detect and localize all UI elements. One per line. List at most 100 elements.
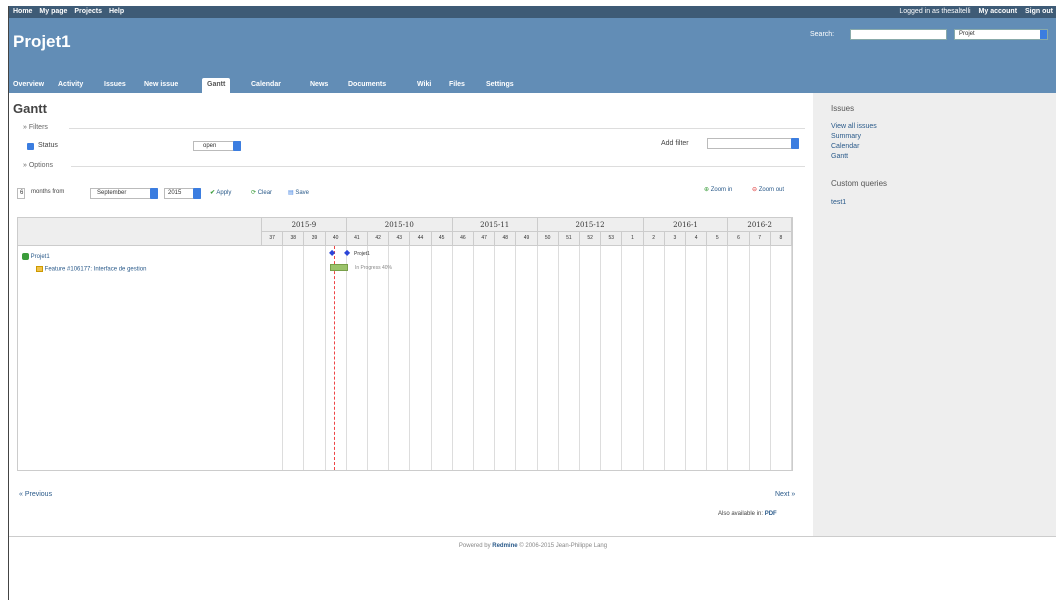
tab-documents[interactable]: Documents: [348, 78, 386, 93]
gantt-week-column: [686, 246, 708, 470]
filters-legend-label: Filters: [28, 124, 48, 131]
gantt-project-link[interactable]: Projet1: [31, 254, 50, 260]
issue-bar[interactable]: [330, 264, 348, 271]
dropdown-arrow-icon: [233, 141, 241, 151]
gantt-week-column: [410, 246, 432, 470]
previous-link[interactable]: « Previous: [19, 491, 52, 498]
project-jump-value: Projet: [959, 31, 975, 37]
gantt-week-header: 42: [368, 232, 390, 246]
tab-calendar[interactable]: Calendar: [251, 78, 281, 93]
zoom-in-link[interactable]: ⊕ Zoom in: [704, 186, 732, 193]
menu-help-link[interactable]: Help: [109, 8, 124, 15]
status-operator-value: open: [203, 143, 217, 149]
gantt-week-header: 38: [283, 232, 305, 246]
gantt-week-column: [347, 246, 368, 470]
also-available: Also available in: PDF: [718, 511, 777, 517]
clear-link[interactable]: ⟳ Clear: [251, 189, 272, 196]
footer-copyright: © 2006-2015 Jean-Philippe Lang: [519, 543, 608, 549]
dropdown-arrow-icon: [150, 188, 158, 199]
menu-home-link[interactable]: Home: [13, 8, 32, 15]
gantt-month-header: 2016-2: [728, 218, 792, 232]
tab-overview[interactable]: Overview: [13, 78, 44, 93]
gantt-week-header: 50: [537, 232, 559, 246]
gantt-week-header: 44: [410, 232, 432, 246]
gantt-week-header: 8: [770, 232, 792, 246]
next-link[interactable]: Next »: [775, 491, 795, 498]
months-count-value: 6: [20, 190, 24, 196]
gantt-project-row[interactable]: Projet1: [22, 253, 50, 260]
top-menu: Home My page Projects Help Logged in as …: [9, 6, 1056, 18]
project-title: Projet1: [13, 32, 71, 51]
sidebar-link-gantt[interactable]: Gantt: [831, 153, 848, 160]
gantt-week-column: [495, 246, 517, 470]
tab-gantt[interactable]: Gantt: [202, 78, 231, 93]
tab-settings[interactable]: Settings: [486, 78, 514, 93]
gantt-timeline: ◆ ◆ Projet1 In Progress 40% 2015-9 2015-1…: [262, 218, 792, 470]
sidebar-link-calendar[interactable]: Calendar: [831, 143, 859, 150]
gantt-week-header: 51: [558, 232, 580, 246]
add-filter-select[interactable]: [707, 138, 799, 149]
pdf-link[interactable]: PDF: [765, 511, 777, 517]
tab-news[interactable]: News: [310, 78, 328, 93]
tab-files[interactable]: Files: [449, 78, 465, 93]
status-operator-select[interactable]: open: [193, 141, 241, 151]
gantt-week-column: [707, 246, 729, 470]
gantt-issue-link[interactable]: Feature #106177: Interface de gestion: [45, 267, 147, 273]
gantt-week-column: [283, 246, 305, 470]
sidebar: Issues View all issues Summary Calendar …: [813, 93, 1056, 536]
gantt-week-header: 5: [707, 232, 729, 246]
gantt-week-column: [304, 246, 326, 470]
header: Projet1 Search: Projet Overview Activity…: [9, 18, 1056, 93]
reload-icon: ⟳: [251, 190, 257, 196]
my-account-link[interactable]: My account: [979, 8, 1018, 15]
apply-link[interactable]: ✔ Apply: [210, 189, 231, 196]
gantt-issue-row[interactable]: Feature #106177: Interface de gestion: [36, 266, 146, 273]
sidebar-query-test1[interactable]: test1: [831, 199, 846, 206]
sidebar-link-summary[interactable]: Summary: [831, 133, 861, 140]
project-jump-select[interactable]: Projet: [954, 29, 1048, 40]
months-count-select[interactable]: 6: [17, 188, 25, 199]
tab-activity[interactable]: Activity: [58, 78, 83, 93]
filters-legend[interactable]: » Filters: [23, 124, 48, 131]
tab-new-issue[interactable]: New issue: [144, 78, 178, 93]
gantt-week-column: [665, 246, 686, 470]
tab-issues[interactable]: Issues: [104, 78, 126, 93]
save-icon: ▤: [288, 190, 294, 196]
dropdown-arrow-icon: [791, 138, 799, 149]
zoom-out-label: Zoom out: [758, 187, 785, 193]
project-icon: [22, 253, 29, 260]
zoom-out-link[interactable]: ⊖ Zoom out: [752, 186, 784, 193]
sidebar-link-view-all-issues[interactable]: View all issues: [831, 123, 877, 130]
gantt-week-header: 2: [643, 232, 665, 246]
gantt-week-header: 1: [622, 232, 644, 246]
gantt-week-header: 48: [495, 232, 517, 246]
gantt-week-column: [559, 246, 580, 470]
page-title: Gantt: [13, 101, 47, 116]
status-filter-checkbox[interactable]: [27, 143, 34, 150]
gantt-week-column: [389, 246, 411, 470]
filters-divider: [69, 128, 805, 129]
gantt-week-column: [368, 246, 390, 470]
dropdown-arrow-icon: [193, 188, 201, 199]
month-select[interactable]: September: [90, 188, 158, 199]
gantt-week-column: [601, 246, 623, 470]
gantt-week-header: 40: [325, 232, 347, 246]
options-legend[interactable]: » Options: [23, 162, 53, 169]
gantt-week-column: [728, 246, 750, 470]
search-input[interactable]: [850, 29, 947, 40]
gantt-week-column: [644, 246, 665, 470]
gantt-week-column: [474, 246, 496, 470]
gantt-week-header: 49: [516, 232, 538, 246]
year-select[interactable]: 2015: [164, 188, 201, 199]
gantt-week-header: 43: [389, 232, 411, 246]
tab-wiki[interactable]: Wiki: [417, 78, 431, 93]
gantt-week-column: [538, 246, 559, 470]
zoom-out-icon: ⊖: [752, 187, 758, 193]
menu-my-page-link[interactable]: My page: [39, 8, 67, 15]
save-link[interactable]: ▤ Save: [288, 189, 309, 196]
sign-out-link[interactable]: Sign out: [1025, 8, 1053, 15]
issue-icon: [36, 266, 43, 272]
menu-projects-link[interactable]: Projects: [74, 8, 102, 15]
zoom-in-label: Zoom in: [710, 187, 733, 193]
footer-redmine-link[interactable]: Redmine: [492, 543, 517, 549]
